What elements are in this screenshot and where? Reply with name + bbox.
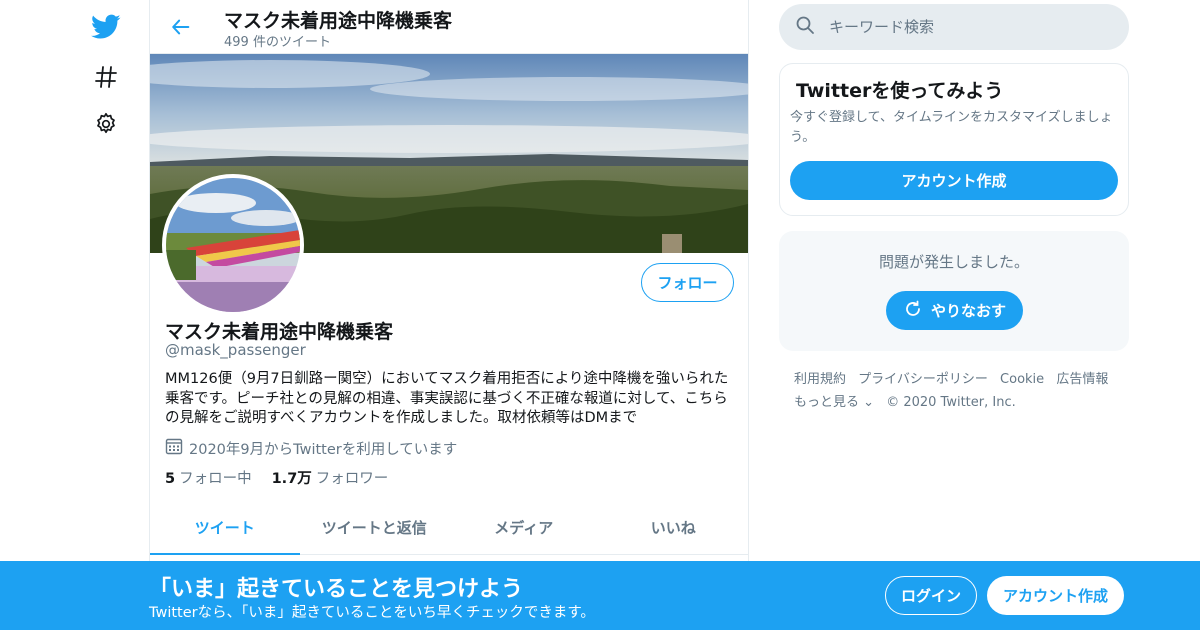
following-count: 5 (165, 471, 176, 487)
gear-icon[interactable] (89, 107, 123, 141)
join-date: 2020年9月からTwitterを利用しています (165, 437, 457, 459)
profile-handle: @mask_passenger (165, 341, 306, 359)
retry-label: やりなおす (930, 302, 1006, 320)
twitter-bird-icon[interactable] (89, 10, 123, 44)
tab-media[interactable]: メディア (449, 500, 599, 554)
create-account-button[interactable]: アカウント作成 (790, 161, 1118, 200)
back-arrow-icon[interactable] (166, 12, 196, 42)
bottom-signup-bar: 「いま」起きていることを見つけよう Twitterなら、「いま」起きていることを… (0, 561, 1200, 630)
followers-label: フォロワー (315, 471, 389, 487)
left-nav (80, 0, 132, 630)
error-card: 問題が発生しました。 やりなおす (779, 231, 1129, 351)
profile-bio: MM126便（9月7日釧路ー関空）においてマスク着用拒否により途中降機を強いられ… (165, 371, 729, 426)
footer-link-terms[interactable]: 利用規約 (794, 372, 846, 387)
avatar[interactable] (162, 174, 304, 316)
following-link[interactable]: 5 フォロー中 (165, 467, 252, 488)
tab-tweets[interactable]: ツイート (150, 500, 300, 555)
retry-button[interactable]: やりなおす (886, 291, 1023, 330)
join-date-text: 2020年9月からTwitterを利用しています (189, 441, 458, 458)
followers-count: 1.7万 (271, 471, 312, 487)
more-label: もっと見る (794, 395, 860, 410)
footer-link-ads[interactable]: 広告情報 (1056, 372, 1108, 387)
profile-display-name: マスク未着用途中降機乗客 (165, 321, 394, 343)
profile-column: マスク未着用途中降機乗客 499 件のツイート フォロー マスク未着用途中降機乗… (149, 0, 749, 630)
tab-likes[interactable]: いいね (599, 500, 749, 554)
bottom-bar-title: 「いま」起きていることを見つけよう (149, 577, 524, 602)
bottom-bar-subtitle: Twitterなら、「いま」起きていることをいち早くチェックできます。 (149, 605, 595, 621)
bottom-create-account-button[interactable]: アカウント作成 (987, 576, 1124, 615)
profile-tabs: ツイート ツイートと返信 メディア いいね (150, 500, 748, 555)
follow-button[interactable]: フォロー (641, 263, 734, 302)
login-button[interactable]: ログイン (885, 576, 977, 615)
following-label: フォロー中 (179, 471, 252, 487)
footer-links: 利用規約 プライバシーポリシー Cookie 広告情報 もっと見る ⌄ © 20… (794, 368, 1124, 414)
hashtag-icon[interactable] (89, 60, 123, 94)
search-input[interactable] (829, 18, 1109, 36)
profile-header-bar: マスク未着用途中降機乗客 499 件のツイート (150, 0, 748, 54)
copyright: © 2020 Twitter, Inc. (886, 395, 1016, 410)
footer-link-cookie[interactable]: Cookie (1000, 372, 1044, 387)
search-bar[interactable] (779, 4, 1129, 50)
calendar-icon (165, 437, 183, 459)
followers-link[interactable]: 1.7万 フォロワー (272, 467, 389, 488)
tweet-count: 499 件のツイート (224, 35, 331, 50)
signup-card: Twitterを使ってみよう 今すぐ登録して、タイムラインをカスタマイズしましょ… (779, 63, 1129, 216)
signup-card-title: Twitterを使ってみよう (796, 80, 1004, 102)
page-title: マスク未着用途中降機乗客 (224, 10, 453, 32)
footer-link-more[interactable]: もっと見る ⌄ (794, 395, 874, 410)
refresh-icon (903, 299, 923, 323)
footer-link-privacy[interactable]: プライバシーポリシー (858, 372, 988, 387)
follow-stats: 5 フォロー中 1.7万 フォロワー (165, 467, 388, 488)
signup-card-description: 今すぐ登録して、タイムラインをカスタマイズしましょう。 (790, 110, 1113, 145)
search-icon (795, 15, 815, 39)
tab-tweets-and-replies[interactable]: ツイートと返信 (300, 500, 450, 554)
error-message: 問題が発生しました。 (878, 253, 1029, 271)
chevron-down-icon: ⌄ (863, 395, 875, 410)
